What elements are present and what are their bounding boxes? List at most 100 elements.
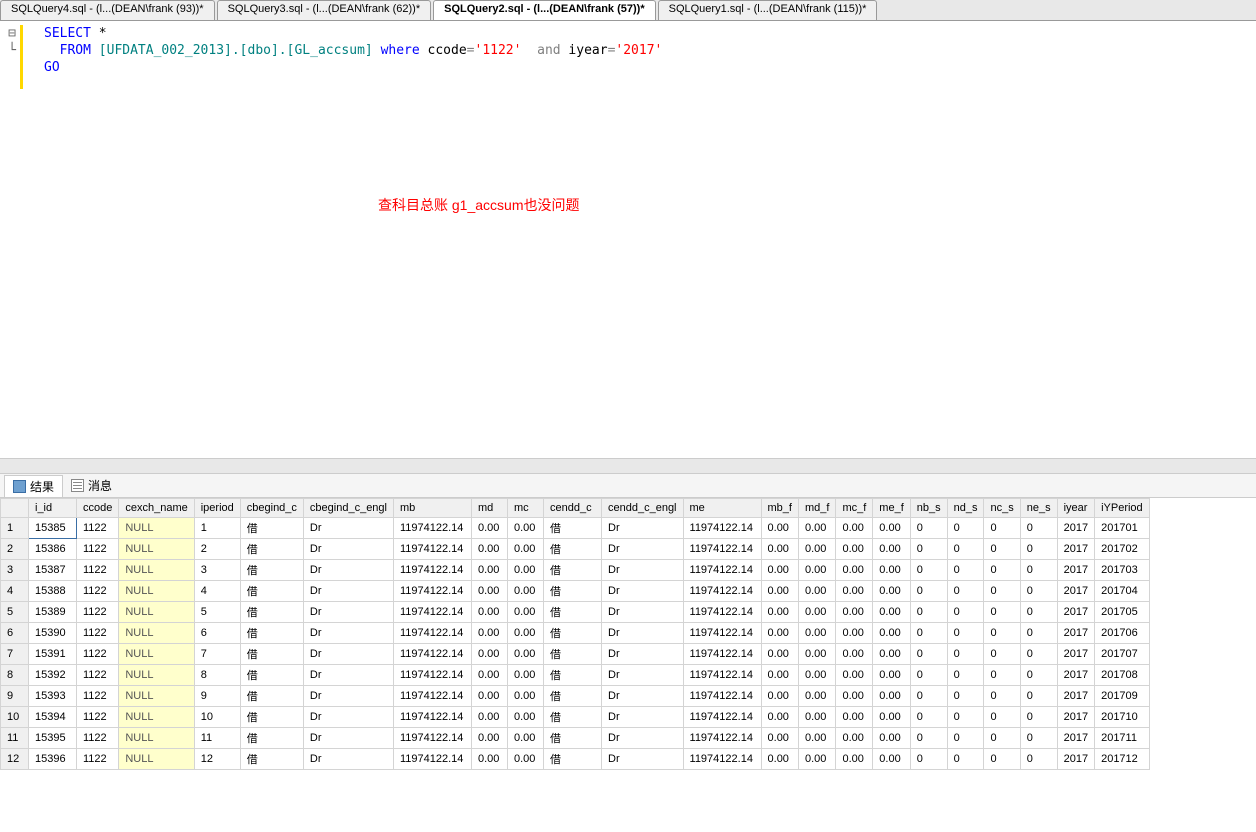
cell-cendd_c[interactable]: 借	[544, 665, 602, 686]
col-header-cendd_c[interactable]: cendd_c	[544, 499, 602, 518]
col-header-nb_s[interactable]: nb_s	[910, 499, 947, 518]
cell-cbegind_c_engl[interactable]: Dr	[303, 602, 393, 623]
cell-i_id[interactable]: 15396	[29, 749, 77, 770]
cell-cbegind_c_engl[interactable]: Dr	[303, 707, 393, 728]
cell-mb_f[interactable]: 0.00	[761, 728, 798, 749]
cell-mc_f[interactable]: 0.00	[836, 707, 873, 728]
cell-mc_f[interactable]: 0.00	[836, 686, 873, 707]
cell-cexch_name[interactable]: NULL	[119, 644, 194, 665]
cell-ccode[interactable]: 1122	[77, 665, 119, 686]
cell-ccode[interactable]: 1122	[77, 602, 119, 623]
cell-me[interactable]: 11974122.14	[683, 560, 761, 581]
cell-cexch_name[interactable]: NULL	[119, 749, 194, 770]
cell-iYPeriod[interactable]: 201707	[1095, 644, 1150, 665]
cell-i_id[interactable]: 15386	[29, 539, 77, 560]
cell-cexch_name[interactable]: NULL	[119, 686, 194, 707]
cell-iperiod[interactable]: 2	[194, 539, 240, 560]
cell-nd_s[interactable]: 0	[947, 539, 984, 560]
cell-i_id[interactable]: 15395	[29, 728, 77, 749]
cell-me[interactable]: 11974122.14	[683, 644, 761, 665]
cell-ne_s[interactable]: 0	[1020, 560, 1057, 581]
row-number[interactable]: 11	[1, 728, 29, 749]
cell-iperiod[interactable]: 9	[194, 686, 240, 707]
results-grid-wrap[interactable]: i_idccodecexch_nameiperiodcbegind_ccbegi…	[0, 498, 1256, 832]
cell-cbegind_c[interactable]: 借	[240, 707, 303, 728]
cell-md_f[interactable]: 0.00	[798, 581, 835, 602]
cell-ccode[interactable]: 1122	[77, 581, 119, 602]
col-header-me[interactable]: me	[683, 499, 761, 518]
row-number[interactable]: 2	[1, 539, 29, 560]
cell-mc[interactable]: 0.00	[508, 602, 544, 623]
cell-me_f[interactable]: 0.00	[873, 728, 910, 749]
cell-iyear[interactable]: 2017	[1057, 665, 1094, 686]
cell-mc_f[interactable]: 0.00	[836, 602, 873, 623]
cell-mc[interactable]: 0.00	[508, 518, 544, 539]
cell-ccode[interactable]: 1122	[77, 518, 119, 539]
cell-nd_s[interactable]: 0	[947, 581, 984, 602]
table-row[interactable]: 8153921122NULL8借Dr11974122.140.000.00借Dr…	[1, 665, 1150, 686]
cell-mc[interactable]: 0.00	[508, 665, 544, 686]
cell-ne_s[interactable]: 0	[1020, 623, 1057, 644]
cell-ne_s[interactable]: 0	[1020, 728, 1057, 749]
cell-ne_s[interactable]: 0	[1020, 602, 1057, 623]
cell-cbegind_c_engl[interactable]: Dr	[303, 518, 393, 539]
cell-ne_s[interactable]: 0	[1020, 539, 1057, 560]
cell-mc[interactable]: 0.00	[508, 728, 544, 749]
sql-editor[interactable]: ⊟ SELECT * └ FROM [UFDATA_002_2013].[dbo…	[0, 21, 1256, 458]
table-row[interactable]: 12153961122NULL12借Dr11974122.140.000.00借…	[1, 749, 1150, 770]
cell-me_f[interactable]: 0.00	[873, 686, 910, 707]
tab-results[interactable]: 结果	[4, 475, 63, 497]
cell-mb[interactable]: 11974122.14	[394, 686, 472, 707]
cell-me_f[interactable]: 0.00	[873, 707, 910, 728]
cell-ne_s[interactable]: 0	[1020, 749, 1057, 770]
cell-ne_s[interactable]: 0	[1020, 707, 1057, 728]
file-tab-0[interactable]: SQLQuery4.sql - (l...(DEAN\frank (93))*	[0, 0, 215, 20]
cell-md_f[interactable]: 0.00	[798, 728, 835, 749]
cell-me_f[interactable]: 0.00	[873, 560, 910, 581]
cell-nd_s[interactable]: 0	[947, 749, 984, 770]
row-number[interactable]: 10	[1, 707, 29, 728]
cell-cendd_c_engl[interactable]: Dr	[602, 749, 684, 770]
cell-me_f[interactable]: 0.00	[873, 518, 910, 539]
cell-nc_s[interactable]: 0	[984, 518, 1020, 539]
cell-cbegind_c[interactable]: 借	[240, 539, 303, 560]
cell-nd_s[interactable]: 0	[947, 707, 984, 728]
cell-cendd_c[interactable]: 借	[544, 581, 602, 602]
cell-cbegind_c[interactable]: 借	[240, 560, 303, 581]
cell-ccode[interactable]: 1122	[77, 539, 119, 560]
cell-iyear[interactable]: 2017	[1057, 581, 1094, 602]
cell-iYPeriod[interactable]: 201704	[1095, 581, 1150, 602]
cell-cendd_c[interactable]: 借	[544, 539, 602, 560]
cell-iyear[interactable]: 2017	[1057, 623, 1094, 644]
col-header-mc_f[interactable]: mc_f	[836, 499, 873, 518]
row-number[interactable]: 9	[1, 686, 29, 707]
cell-nd_s[interactable]: 0	[947, 518, 984, 539]
cell-nc_s[interactable]: 0	[984, 728, 1020, 749]
cell-mb_f[interactable]: 0.00	[761, 581, 798, 602]
cell-mc_f[interactable]: 0.00	[836, 581, 873, 602]
table-row[interactable]: 9153931122NULL9借Dr11974122.140.000.00借Dr…	[1, 686, 1150, 707]
cell-md[interactable]: 0.00	[472, 644, 508, 665]
cell-nb_s[interactable]: 0	[910, 686, 947, 707]
col-header-ccode[interactable]: ccode	[77, 499, 119, 518]
table-row[interactable]: 5153891122NULL5借Dr11974122.140.000.00借Dr…	[1, 602, 1150, 623]
cell-ne_s[interactable]: 0	[1020, 518, 1057, 539]
cell-mb[interactable]: 11974122.14	[394, 518, 472, 539]
cell-iYPeriod[interactable]: 201701	[1095, 518, 1150, 539]
cell-ccode[interactable]: 1122	[77, 749, 119, 770]
cell-md[interactable]: 0.00	[472, 665, 508, 686]
cell-i_id[interactable]: 15393	[29, 686, 77, 707]
file-tab-3[interactable]: SQLQuery1.sql - (l...(DEAN\frank (115))*	[658, 0, 878, 20]
cell-nc_s[interactable]: 0	[984, 581, 1020, 602]
cell-cbegind_c[interactable]: 借	[240, 749, 303, 770]
cell-nc_s[interactable]: 0	[984, 707, 1020, 728]
cell-md[interactable]: 0.00	[472, 539, 508, 560]
cell-ne_s[interactable]: 0	[1020, 581, 1057, 602]
cell-iyear[interactable]: 2017	[1057, 518, 1094, 539]
cell-md[interactable]: 0.00	[472, 581, 508, 602]
col-header-nd_s[interactable]: nd_s	[947, 499, 984, 518]
cell-cendd_c_engl[interactable]: Dr	[602, 539, 684, 560]
cell-cbegind_c_engl[interactable]: Dr	[303, 728, 393, 749]
cell-mc[interactable]: 0.00	[508, 686, 544, 707]
cell-md_f[interactable]: 0.00	[798, 602, 835, 623]
